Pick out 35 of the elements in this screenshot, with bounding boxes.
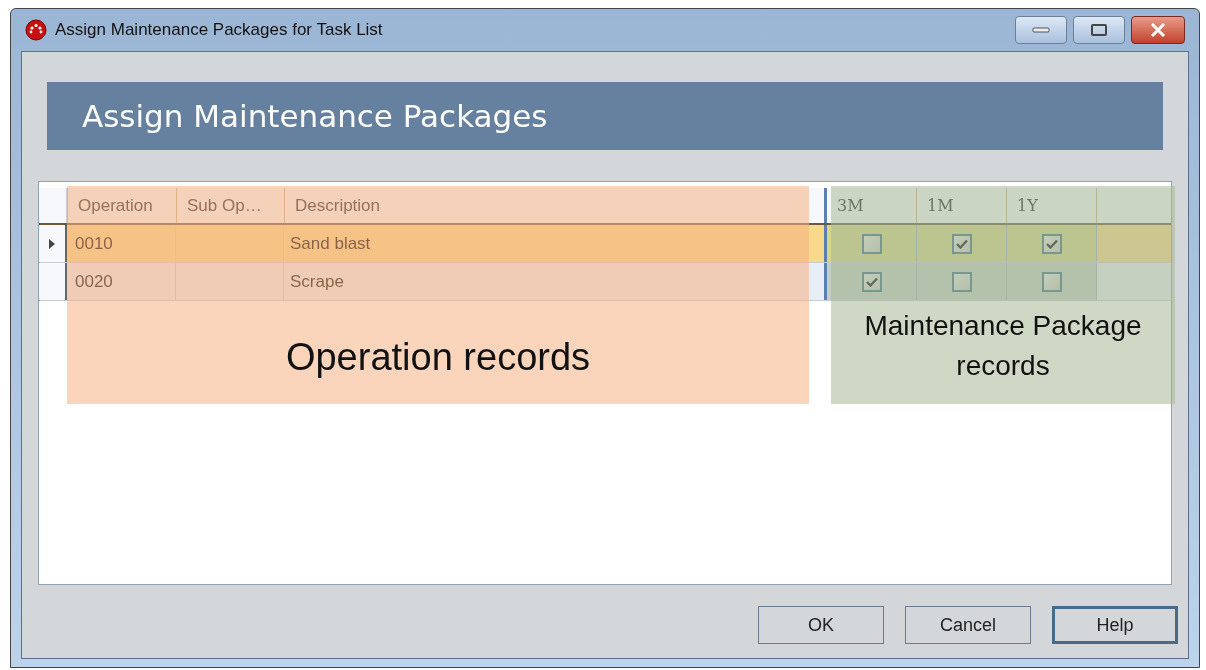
annotation-label: Maintenance Package records [863, 309, 1143, 383]
maximize-button[interactable] [1073, 16, 1125, 44]
checkbox[interactable] [1041, 233, 1062, 254]
table-cell: 0020 [67, 263, 176, 300]
dialog-button[interactable]: Cancel [905, 606, 1031, 644]
checkbox[interactable] [1041, 271, 1062, 292]
table-cell-text: Sand blast [289, 232, 372, 255]
dialog-button[interactable]: Help [1052, 606, 1178, 644]
table-cell: 0010 [67, 225, 176, 262]
banner-title: Assign Maintenance Packages [82, 96, 548, 136]
checkbox[interactable] [861, 271, 882, 292]
column-header[interactable]: 3M [827, 188, 917, 223]
row-header[interactable] [39, 225, 67, 262]
column-header[interactable]: Sub Op… [176, 188, 284, 223]
annotation-label: Operation records [285, 335, 591, 380]
row-header[interactable] [39, 263, 67, 300]
column-header[interactable]: 1Y [1007, 188, 1097, 223]
checkbox[interactable] [951, 271, 972, 292]
checkbox[interactable] [951, 233, 972, 254]
row-pointer-icon [49, 238, 55, 249]
close-button[interactable] [1131, 16, 1185, 44]
column-header[interactable]: 1M [917, 188, 1007, 223]
app-logo-icon [25, 19, 47, 41]
maximize-icon [1090, 23, 1108, 37]
window-title: Assign Maintenance Packages for Task List [55, 19, 383, 42]
table-cell-text: Scrape [289, 270, 345, 293]
minimize-icon [1032, 27, 1050, 33]
minimize-button[interactable] [1015, 16, 1067, 44]
checkmark-icon [1045, 238, 1058, 249]
checkmark-icon [955, 238, 968, 249]
close-icon [1150, 23, 1166, 37]
checkbox[interactable] [861, 233, 882, 254]
dialog-button[interactable]: OK [758, 606, 884, 644]
column-header[interactable]: Operation [67, 188, 176, 223]
checkmark-icon [865, 276, 878, 287]
